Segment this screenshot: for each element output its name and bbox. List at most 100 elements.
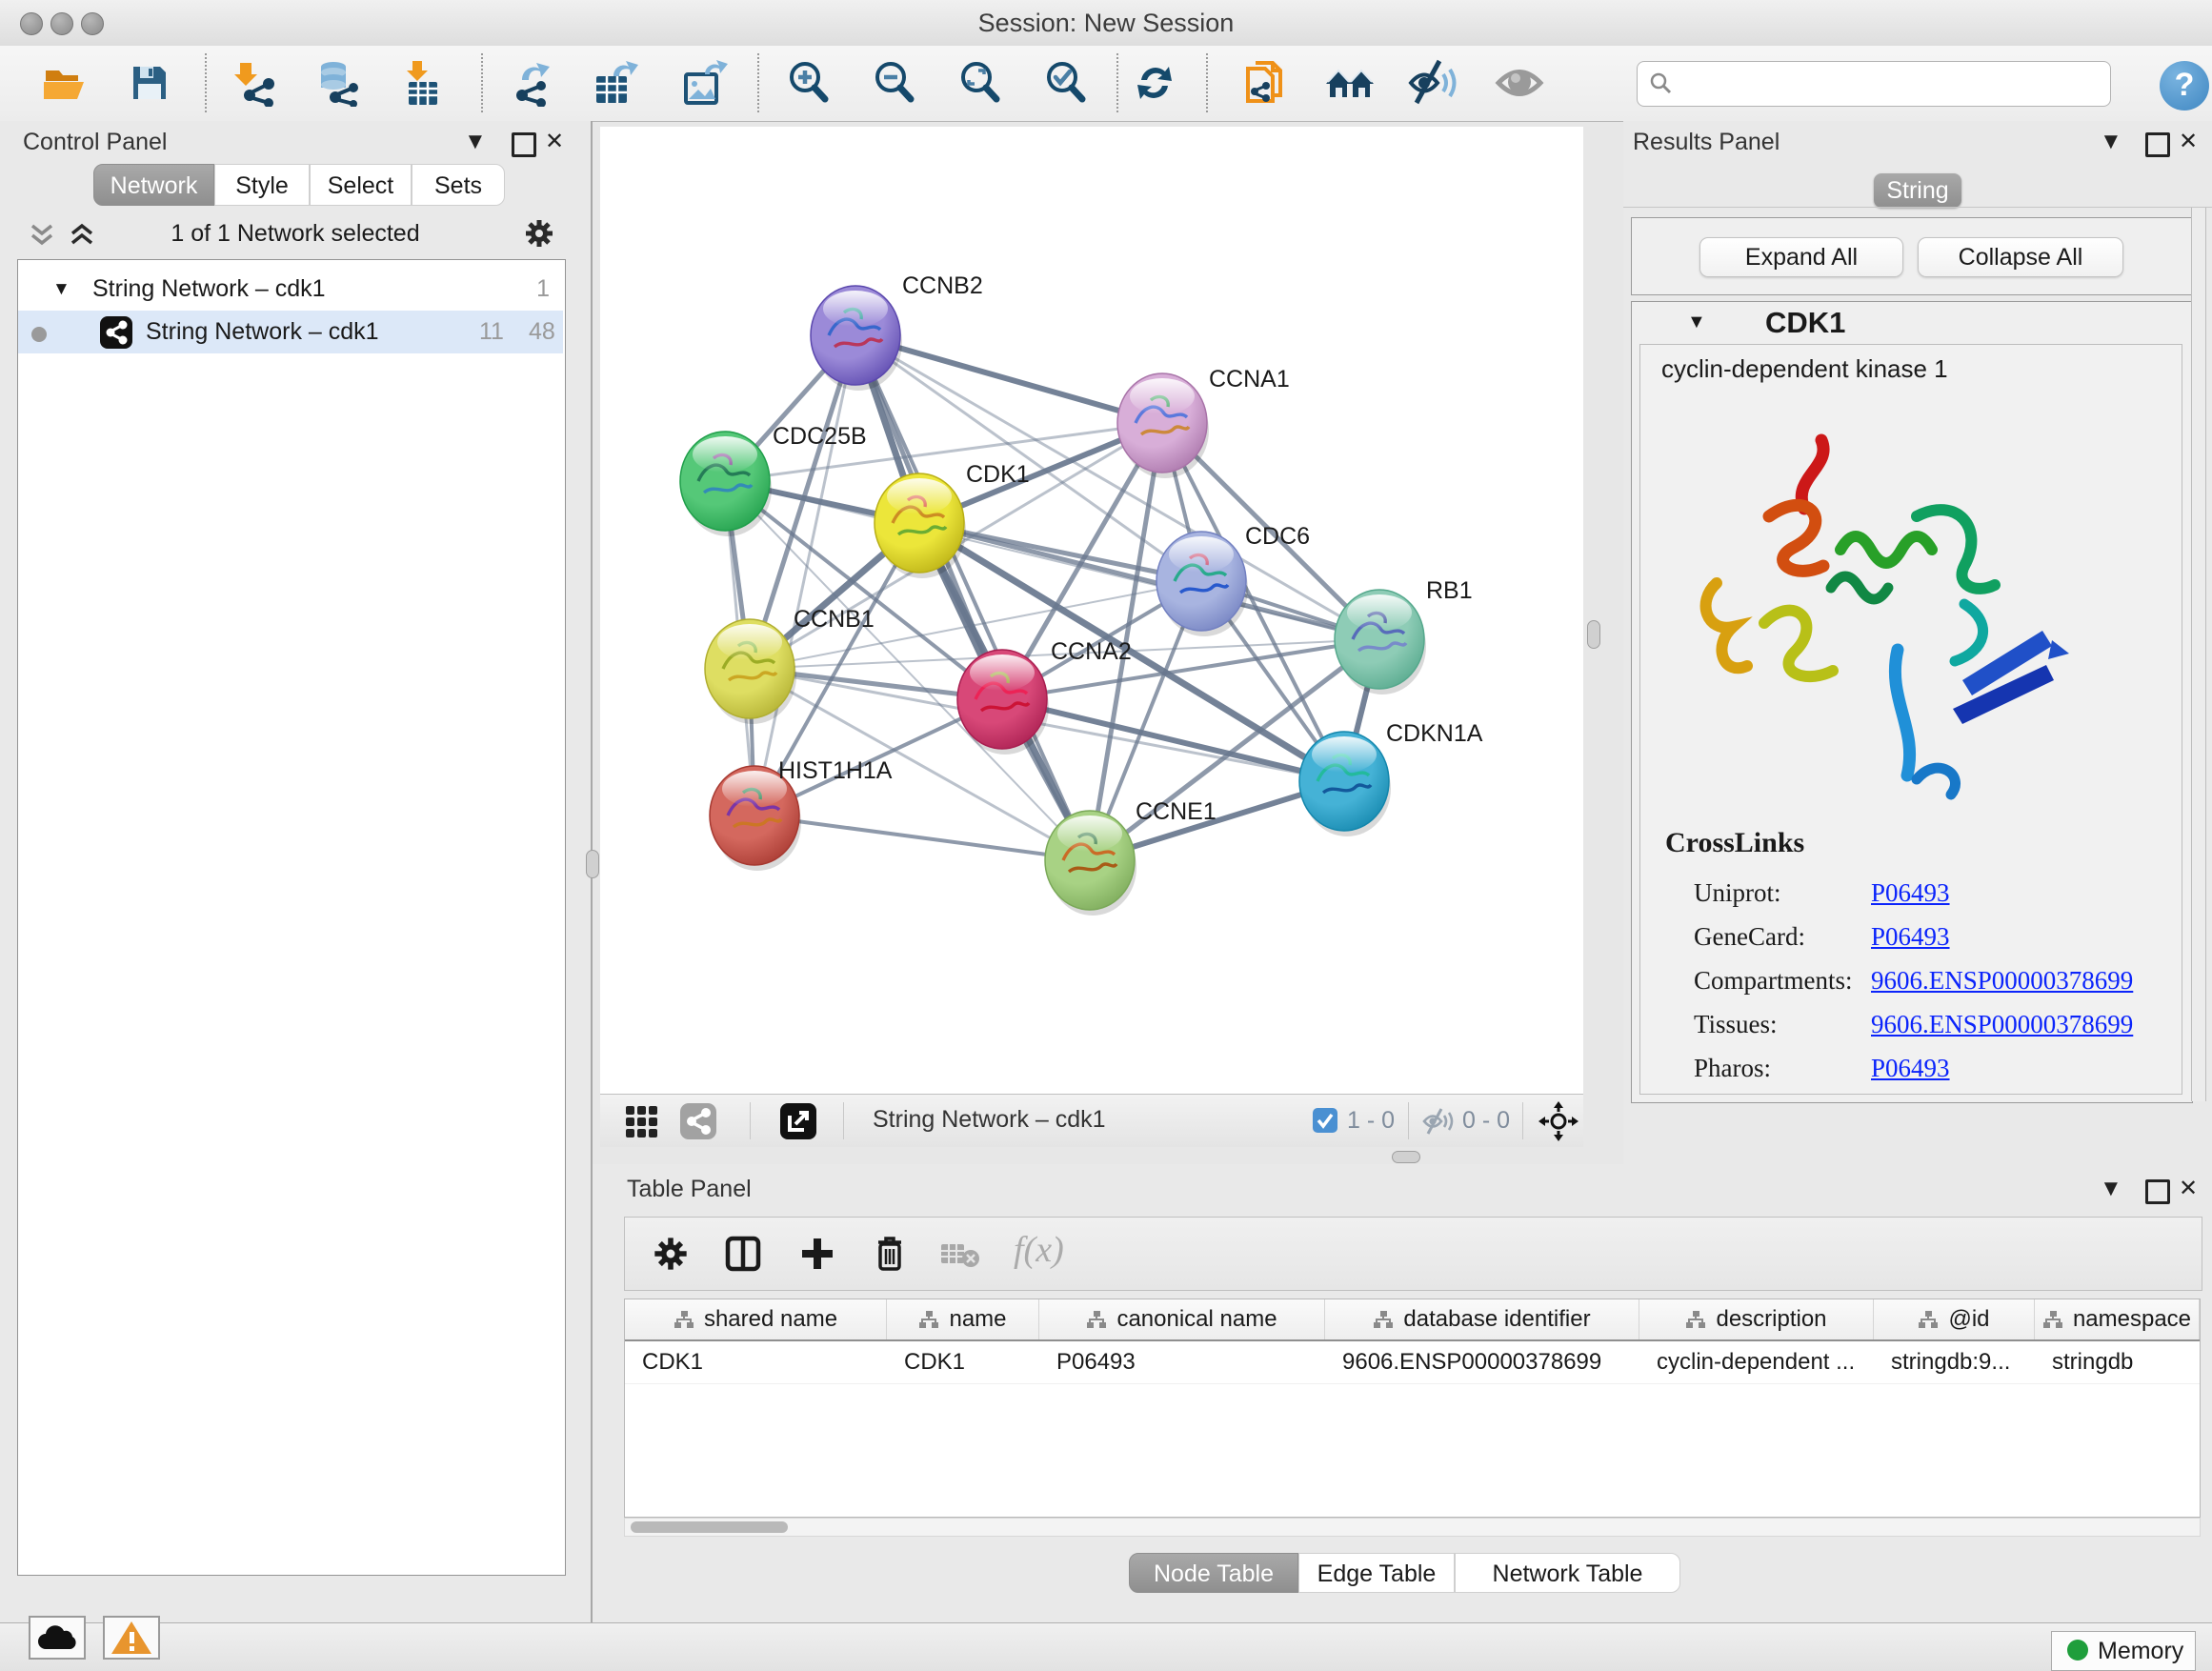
tab-network[interactable]: Network [93, 164, 214, 206]
node-cdkn1a[interactable]: CDKN1A [1299, 720, 1483, 836]
search-input[interactable] [1637, 61, 2111, 107]
delete-column-trash-icon[interactable] [871, 1233, 909, 1278]
node-ccnb2[interactable]: CCNB2 [811, 272, 983, 391]
column-header-name[interactable]: name [887, 1299, 1039, 1339]
node-cdc6[interactable]: CDC6 [1156, 523, 1310, 636]
collection-expander-icon[interactable]: ▼ [52, 268, 70, 311]
network-file-share-button[interactable] [1240, 59, 1288, 107]
network-graph[interactable]: CCNB2CCNA1CDC25BCDK1CDC6RB1CCNB1CCNA2CDK… [600, 127, 1583, 1094]
export-image-button[interactable] [680, 59, 728, 107]
crosslink-value-link[interactable]: 9606.ENSP00000378699 [1871, 1010, 2133, 1039]
table-cell[interactable]: CDK1 [887, 1341, 1039, 1383]
column-header-canonical-name[interactable]: canonical name [1039, 1299, 1325, 1339]
tab-style[interactable]: Style [214, 164, 310, 206]
save-session-button[interactable] [126, 59, 173, 107]
node-hist1h1a[interactable]: HIST1H1A [710, 757, 893, 871]
tab-select[interactable]: Select [310, 164, 412, 206]
create-column-plus-icon[interactable] [798, 1235, 836, 1278]
collapse-all-button[interactable]: Collapse All [1918, 237, 2123, 277]
selected-checkbox-icon[interactable] [1313, 1108, 1337, 1133]
scrollbar-thumb[interactable] [631, 1521, 788, 1533]
warning-button[interactable] [103, 1616, 160, 1660]
refresh-button[interactable] [1131, 59, 1178, 107]
homes-button[interactable] [1324, 59, 1372, 107]
table-panel-close-icon[interactable]: ✕ [2179, 1175, 2198, 1202]
tab-edge-table[interactable]: Edge Table [1298, 1553, 1455, 1593]
table-cell[interactable]: cyclin-dependent ... [1639, 1341, 1874, 1383]
table-row[interactable]: CDK1CDK1P064939606.ENSP00000378699cyclin… [625, 1341, 2200, 1384]
function-builder-icon-disabled[interactable]: f(x) [1014, 1229, 1064, 1271]
zoom-in-button[interactable] [785, 59, 833, 107]
grid-view-icon[interactable] [624, 1104, 658, 1143]
table-settings-gear-icon[interactable] [652, 1235, 690, 1278]
column-header-shared-name[interactable]: shared name [625, 1299, 887, 1339]
network-options-gear-icon[interactable] [522, 216, 556, 255]
column-header-database-identifier[interactable]: database identifier [1325, 1299, 1639, 1339]
zoom-fit-button[interactable] [956, 59, 1004, 107]
cloud-button[interactable] [29, 1616, 86, 1660]
node-cdk1[interactable]: CDK1 [875, 461, 1030, 578]
table-panel-float-icon[interactable] [2145, 1179, 2170, 1204]
left-splitter-handle[interactable] [586, 850, 599, 878]
table-cell[interactable]: 9606.ENSP00000378699 [1325, 1341, 1639, 1383]
column-header--id[interactable]: @id [1874, 1299, 2035, 1339]
control-panel-menu-icon[interactable]: ▼ [464, 129, 487, 155]
table-cell[interactable]: P06493 [1039, 1341, 1325, 1383]
export-table-button[interactable] [591, 59, 638, 107]
column-header-description[interactable]: description [1639, 1299, 1874, 1339]
tab-node-table[interactable]: Node Table [1129, 1553, 1298, 1593]
table-cell[interactable]: stringdb:9... [1874, 1341, 2035, 1383]
delete-table-icon-disabled[interactable] [939, 1240, 981, 1274]
hidden-eye-slash-icon[interactable] [1421, 1107, 1454, 1140]
zoom-out-button[interactable] [871, 59, 918, 107]
help-button[interactable]: ? [2160, 61, 2209, 111]
tab-network-table[interactable]: Network Table [1455, 1553, 1680, 1593]
tab-sets[interactable]: Sets [412, 164, 505, 206]
bottom-splitter-handle[interactable] [1392, 1151, 1420, 1163]
memory-button[interactable]: Memory [2051, 1631, 2196, 1671]
network-row-selected[interactable]: String Network – cdk1 11 48 [18, 311, 563, 353]
open-in-window-icon[interactable] [780, 1103, 816, 1139]
show-eye-button[interactable] [1493, 59, 1540, 107]
column-header-namespace[interactable]: namespace [2035, 1299, 2200, 1339]
network-view-share-icon[interactable] [680, 1103, 716, 1139]
results-panel-float-icon[interactable] [2145, 132, 2170, 157]
network-canvas[interactable]: CCNB2CCNA1CDC25BCDK1CDC6RB1CCNB1CCNA2CDK… [600, 127, 1583, 1094]
table-panel-menu-icon[interactable]: ▼ [2100, 1176, 2122, 1202]
crosslink-label: Tissues: [1694, 1010, 1871, 1039]
collapse-all-networks-icon[interactable] [29, 220, 55, 253]
node-label: CCNB1 [794, 606, 875, 633]
control-panel-float-icon[interactable] [512, 132, 536, 157]
right-splitter-handle[interactable] [1587, 620, 1600, 649]
entry-expander-icon[interactable]: ▼ [1687, 312, 1706, 333]
expand-all-button[interactable]: Expand All [1699, 237, 1903, 277]
crosslink-value-link[interactable]: P06493 [1871, 922, 1950, 952]
search-field[interactable] [1681, 66, 2104, 102]
node-rb1[interactable]: RB1 [1335, 577, 1473, 695]
results-panel-menu-icon[interactable]: ▼ [2100, 129, 2122, 155]
results-panel-close-icon[interactable]: ✕ [2179, 128, 2198, 155]
node-ccne1[interactable]: CCNE1 [1045, 798, 1217, 916]
hide-eye-button[interactable] [1407, 59, 1455, 107]
import-table-file-button[interactable] [399, 59, 447, 107]
results-vertical-scrollbar[interactable] [2191, 208, 2206, 1101]
table-cell[interactable]: CDK1 [625, 1341, 887, 1383]
birds-eye-toggle-icon[interactable] [1538, 1101, 1579, 1146]
crosslink-value-link[interactable]: P06493 [1871, 1054, 1950, 1083]
export-network-button[interactable] [509, 59, 556, 107]
edge-hist1h1a-ccne1[interactable] [754, 815, 1090, 860]
table-cell[interactable]: stringdb [2035, 1341, 2200, 1383]
edge-ccnb2-hist1h1a[interactable] [754, 335, 855, 815]
network-collection-row[interactable]: ▼ String Network – cdk1 1 [18, 268, 563, 311]
zoom-selected-button[interactable] [1042, 59, 1090, 107]
tab-string[interactable]: String [1874, 173, 1961, 208]
import-network-database-button[interactable] [314, 59, 362, 107]
show-columns-icon[interactable] [724, 1235, 762, 1278]
table-horizontal-scrollbar[interactable] [624, 1518, 2201, 1537]
crosslink-value-link[interactable]: P06493 [1871, 878, 1950, 908]
crosslink-value-link[interactable]: 9606.ENSP00000378699 [1871, 966, 2133, 996]
import-network-file-button[interactable] [232, 59, 280, 107]
control-panel-close-icon[interactable]: ✕ [545, 128, 564, 155]
open-session-button[interactable] [40, 59, 88, 107]
expand-all-networks-icon[interactable] [69, 220, 95, 253]
